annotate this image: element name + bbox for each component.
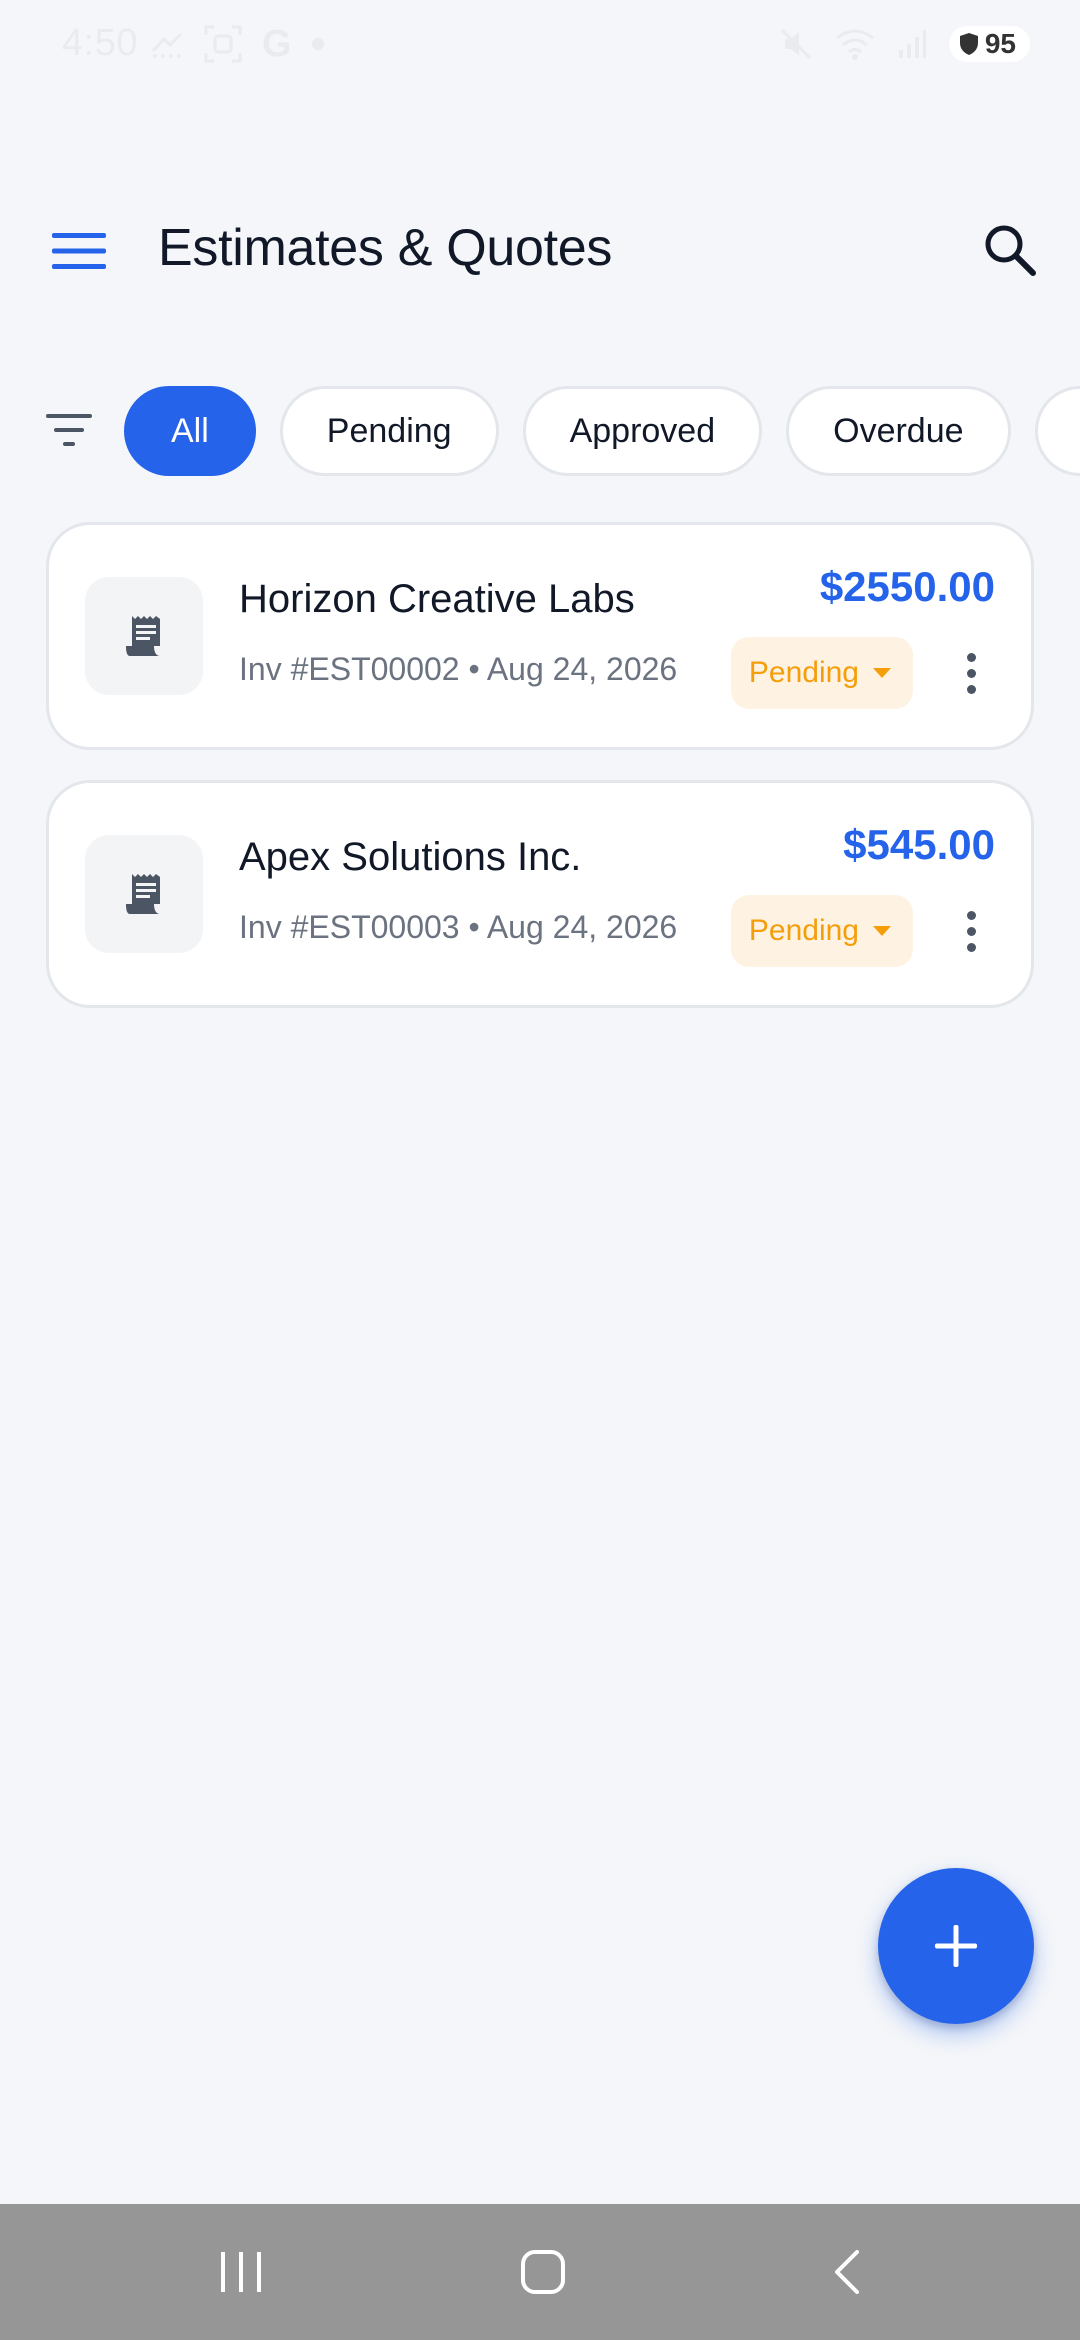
status-label: Pending xyxy=(748,914,859,947)
receipt-icon-box xyxy=(85,577,203,695)
receipt-icon-box xyxy=(85,835,203,953)
hamburger-menu-icon xyxy=(52,233,106,269)
recent-apps-icon xyxy=(221,2252,261,2292)
more-vert-icon xyxy=(966,910,976,920)
plus-icon xyxy=(935,1925,977,1967)
client-name: Apex Solutions Inc. xyxy=(239,835,582,879)
status-chips: All Pending Approved Overdue xyxy=(124,386,1080,476)
more-options-button[interactable] xyxy=(941,643,1001,703)
estimate-meta: Inv #EST00003 • Aug 24, 2026 xyxy=(239,909,678,945)
google-icon: G xyxy=(262,22,292,65)
battery-level: 95 xyxy=(984,28,1016,59)
chip-all[interactable]: All xyxy=(124,386,256,476)
chip-pending[interactable]: Pending xyxy=(279,386,499,476)
estimate-amount: $545.00 xyxy=(843,821,995,868)
receipt-icon xyxy=(126,616,160,656)
screenshot-icon xyxy=(204,25,242,63)
page-title: Estimates & Quotes xyxy=(158,219,613,277)
chip-approved[interactable]: Approved xyxy=(522,386,763,476)
wifi-icon xyxy=(835,29,874,60)
filter-icon xyxy=(46,414,92,446)
back-icon xyxy=(835,2250,859,2294)
status-dropdown[interactable]: Pending xyxy=(730,895,913,967)
status-right-icons: 95 xyxy=(779,22,1030,66)
filter-row: All Pending Approved Overdue xyxy=(0,384,1080,478)
estimate-card[interactable]: Horizon Creative Labs Inv #EST00002 • Au… xyxy=(46,522,1034,750)
home-icon xyxy=(521,2250,565,2294)
estimate-meta: Inv #EST00002 • Aug 24, 2026 xyxy=(239,651,678,687)
search-icon xyxy=(985,225,1036,276)
more-vert-icon-dot xyxy=(966,668,976,678)
client-name: Horizon Creative Labs xyxy=(239,577,635,621)
status-bar: 4:50 G 95 xyxy=(0,0,1080,88)
status-dropdown[interactable]: Pending xyxy=(730,637,913,709)
system-nav-bar xyxy=(0,2204,1080,2340)
battery-indicator: 95 xyxy=(948,26,1030,62)
missed-call-icon xyxy=(151,32,183,58)
chip-overdue[interactable]: Overdue xyxy=(786,386,1011,476)
screen: 4:50 G 95 Estimates & Quotes All Pending… xyxy=(0,0,1080,2340)
signal-icon xyxy=(898,30,926,58)
dot-icon xyxy=(311,38,324,50)
mute-icon xyxy=(780,28,811,60)
status-time: 4:50 xyxy=(62,22,138,64)
back-button[interactable] xyxy=(796,2234,896,2310)
more-vert-icon-dot xyxy=(966,684,976,694)
chip-more[interactable] xyxy=(1034,386,1080,476)
search-button[interactable] xyxy=(970,210,1050,290)
more-vert-icon xyxy=(966,652,976,662)
caret-down-icon xyxy=(873,668,891,678)
caret-down-icon xyxy=(873,926,891,936)
status-label: Pending xyxy=(748,656,859,689)
app-bar: Estimates & Quotes xyxy=(0,190,1080,310)
receipt-icon xyxy=(126,874,160,914)
status-left-icons: G xyxy=(150,22,324,66)
estimate-amount: $2550.00 xyxy=(819,563,995,610)
shield-icon xyxy=(959,33,978,55)
add-estimate-button[interactable] xyxy=(878,1868,1034,2024)
estimate-card[interactable]: Apex Solutions Inc. Inv #EST00003 • Aug … xyxy=(46,780,1034,1008)
recent-apps-button[interactable] xyxy=(191,2234,291,2310)
more-vert-icon-dot xyxy=(966,942,976,952)
menu-button[interactable] xyxy=(44,216,114,286)
filter-button[interactable] xyxy=(46,412,98,452)
more-options-button[interactable] xyxy=(941,901,1001,961)
more-vert-icon-dot xyxy=(966,926,976,936)
home-button[interactable] xyxy=(493,2234,593,2310)
